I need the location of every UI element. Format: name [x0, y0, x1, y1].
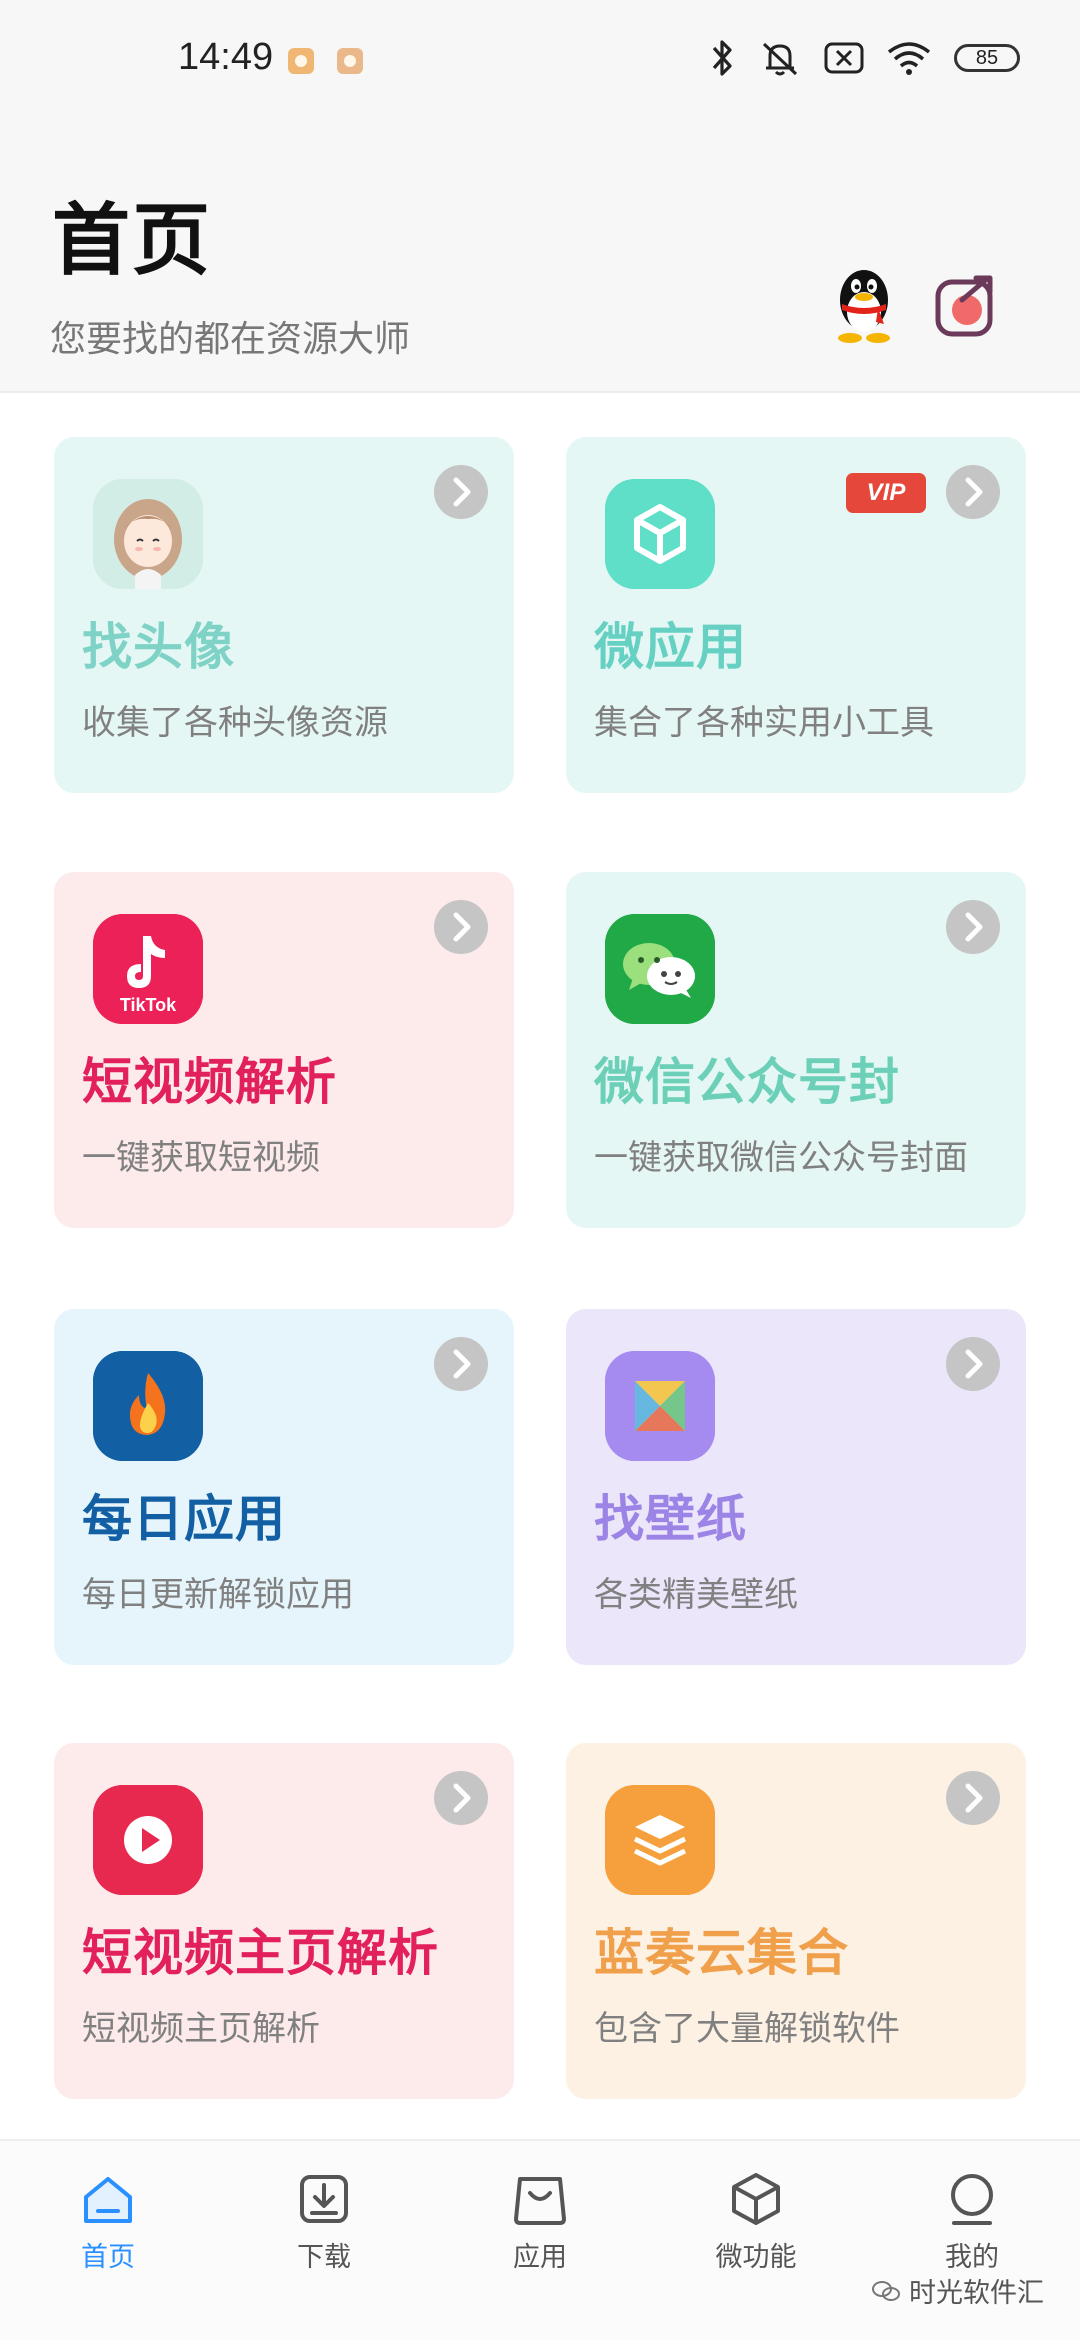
- vip-badge: VIP: [846, 473, 926, 513]
- status-time: 14:49: [178, 36, 274, 78]
- nav-label: 我的: [945, 2242, 999, 2273]
- chevron-right-icon[interactable]: [434, 1771, 488, 1825]
- nav-download[interactable]: 下载: [254, 2171, 394, 2274]
- card-title: 短视频主页解析: [82, 1924, 439, 1982]
- chevron-right-icon[interactable]: [434, 900, 488, 954]
- nav-apps[interactable]: 应用: [470, 2171, 610, 2274]
- chevron-right-icon[interactable]: [946, 1771, 1000, 1825]
- system-status-icons: 85: [710, 38, 1020, 78]
- nav-label: 首页: [81, 2242, 135, 2273]
- card-description: 集合了各种实用小工具: [594, 703, 934, 743]
- play-icon: [93, 1785, 203, 1895]
- card-title: 微应用: [594, 618, 747, 676]
- wechat-icon: [605, 914, 715, 1024]
- no-sim-icon: [824, 42, 864, 74]
- card-description: 包含了大量解锁软件: [594, 2009, 900, 2049]
- card-wechat-cover[interactable]: 微信公众号封 一键获取微信公众号封面: [566, 872, 1026, 1228]
- nav-me[interactable]: 我的: [902, 2171, 1042, 2274]
- card-description: 每日更新解锁应用: [82, 1575, 354, 1615]
- watermark: 时光软件汇: [871, 2271, 1044, 2310]
- chevron-right-icon[interactable]: [946, 900, 1000, 954]
- nav-label: 微功能: [715, 2242, 797, 2273]
- notification-icon: [337, 48, 363, 74]
- card-find-wallpaper[interactable]: 找壁纸 各类精美壁纸: [566, 1309, 1026, 1665]
- bluetooth-icon: [712, 40, 732, 76]
- page-title: 首页: [52, 196, 213, 286]
- nav-home[interactable]: 首页: [38, 2171, 178, 2274]
- card-description: 各类精美壁纸: [594, 1575, 798, 1615]
- card-description: 短视频主页解析: [82, 2009, 320, 2049]
- share-icon[interactable]: [932, 270, 1002, 340]
- nav-micro-features[interactable]: 微功能: [686, 2171, 826, 2274]
- wallpaper-icon: [605, 1351, 715, 1461]
- wechat-icon: [872, 2280, 900, 2301]
- chevron-right-icon[interactable]: [434, 465, 488, 519]
- card-short-video-parse[interactable]: TikTok 短视频解析 一键获取短视频: [54, 872, 514, 1228]
- page-subtitle: 您要找的都在资源大师: [50, 319, 411, 360]
- download-icon: [300, 2175, 348, 2223]
- card-lanzou-collection[interactable]: 蓝奏云集合 包含了大量解锁软件: [566, 1743, 1026, 2099]
- card-micro-apps[interactable]: VIP 微应用 集合了各种实用小工具: [566, 437, 1026, 793]
- card-daily-apps[interactable]: 每日应用 每日更新解锁应用: [54, 1309, 514, 1665]
- avatar-icon: [93, 479, 203, 589]
- card-title: 每日应用: [82, 1490, 286, 1548]
- card-title: 蓝奏云集合: [594, 1924, 849, 1982]
- card-title: 找头像: [82, 618, 235, 676]
- chevron-right-icon[interactable]: [946, 465, 1000, 519]
- card-find-avatar[interactable]: 找头像 收集了各种头像资源: [54, 437, 514, 793]
- cube-icon: [732, 2173, 780, 2225]
- mute-bell-icon: [762, 42, 798, 76]
- user-icon: [951, 2174, 993, 2225]
- home-icon: [84, 2177, 132, 2223]
- watermark-text: 时光软件汇: [909, 2278, 1044, 2309]
- card-title: 短视频解析: [82, 1053, 337, 1111]
- nav-label: 下载: [297, 2242, 351, 2273]
- bag-icon: [514, 2177, 566, 2225]
- nav-label: 应用: [513, 2242, 567, 2273]
- chevron-right-icon[interactable]: [946, 1337, 1000, 1391]
- card-title: 微信公众号封: [594, 1053, 900, 1111]
- notification-icon: [288, 48, 314, 74]
- battery-indicator: 85: [954, 44, 1020, 72]
- cube-icon: [605, 479, 715, 589]
- flame-icon: [93, 1351, 203, 1461]
- card-description: 收集了各种头像资源: [82, 703, 388, 743]
- bottom-nav: 首页 下载 应用 微功能 我的 时光软件汇: [0, 2139, 1080, 2340]
- svg-text:TikTok: TikTok: [120, 995, 177, 1015]
- tiktok-icon: TikTok: [93, 914, 203, 1024]
- wifi-icon: [887, 42, 931, 75]
- qq-penguin-icon[interactable]: [826, 264, 902, 346]
- chevron-right-icon[interactable]: [434, 1337, 488, 1391]
- card-title: 找壁纸: [594, 1490, 747, 1548]
- header: 14:49 85 首页 您要找的都在资源大师: [0, 0, 1080, 393]
- card-short-video-homepage[interactable]: 短视频主页解析 短视频主页解析: [54, 1743, 514, 2099]
- layers-icon: [605, 1785, 715, 1895]
- card-description: 一键获取短视频: [82, 1138, 320, 1178]
- card-description: 一键获取微信公众号封面: [594, 1138, 968, 1178]
